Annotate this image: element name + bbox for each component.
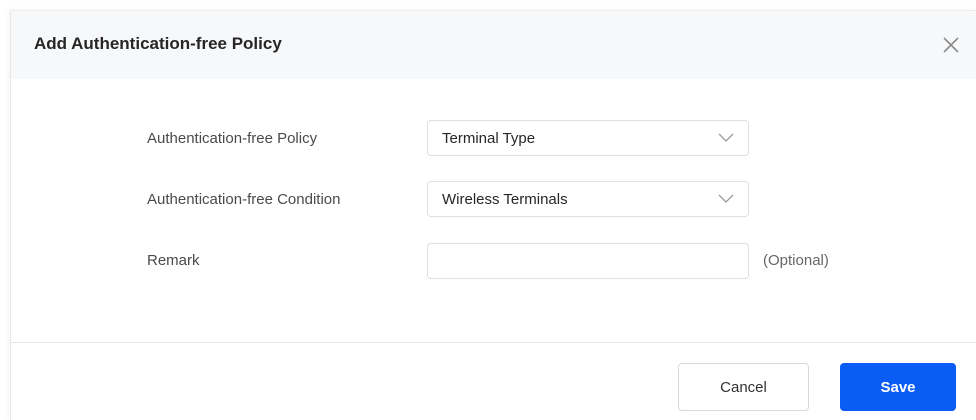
dialog-header: Add Authentication-free Policy [11,11,976,79]
remark-input[interactable] [427,243,749,279]
chevron-down-icon [718,194,734,203]
add-policy-dialog: Add Authentication-free Policy Authentic… [10,10,976,420]
policy-select[interactable]: Terminal Type [427,120,749,156]
close-button[interactable] [939,33,963,57]
save-button[interactable]: Save [840,363,956,411]
cancel-button[interactable]: Cancel [678,363,809,411]
remark-label: Remark [147,252,200,269]
close-icon [943,37,959,53]
optional-hint: (Optional) [763,252,829,269]
policy-select-value: Terminal Type [442,130,536,147]
footer-divider [11,342,976,343]
condition-label: Authentication-free Condition [147,191,341,208]
condition-select-value: Wireless Terminals [442,191,568,208]
chevron-down-icon [718,133,734,142]
condition-select[interactable]: Wireless Terminals [427,181,749,217]
dialog-title: Add Authentication-free Policy [34,34,282,53]
policy-label: Authentication-free Policy [147,130,318,147]
